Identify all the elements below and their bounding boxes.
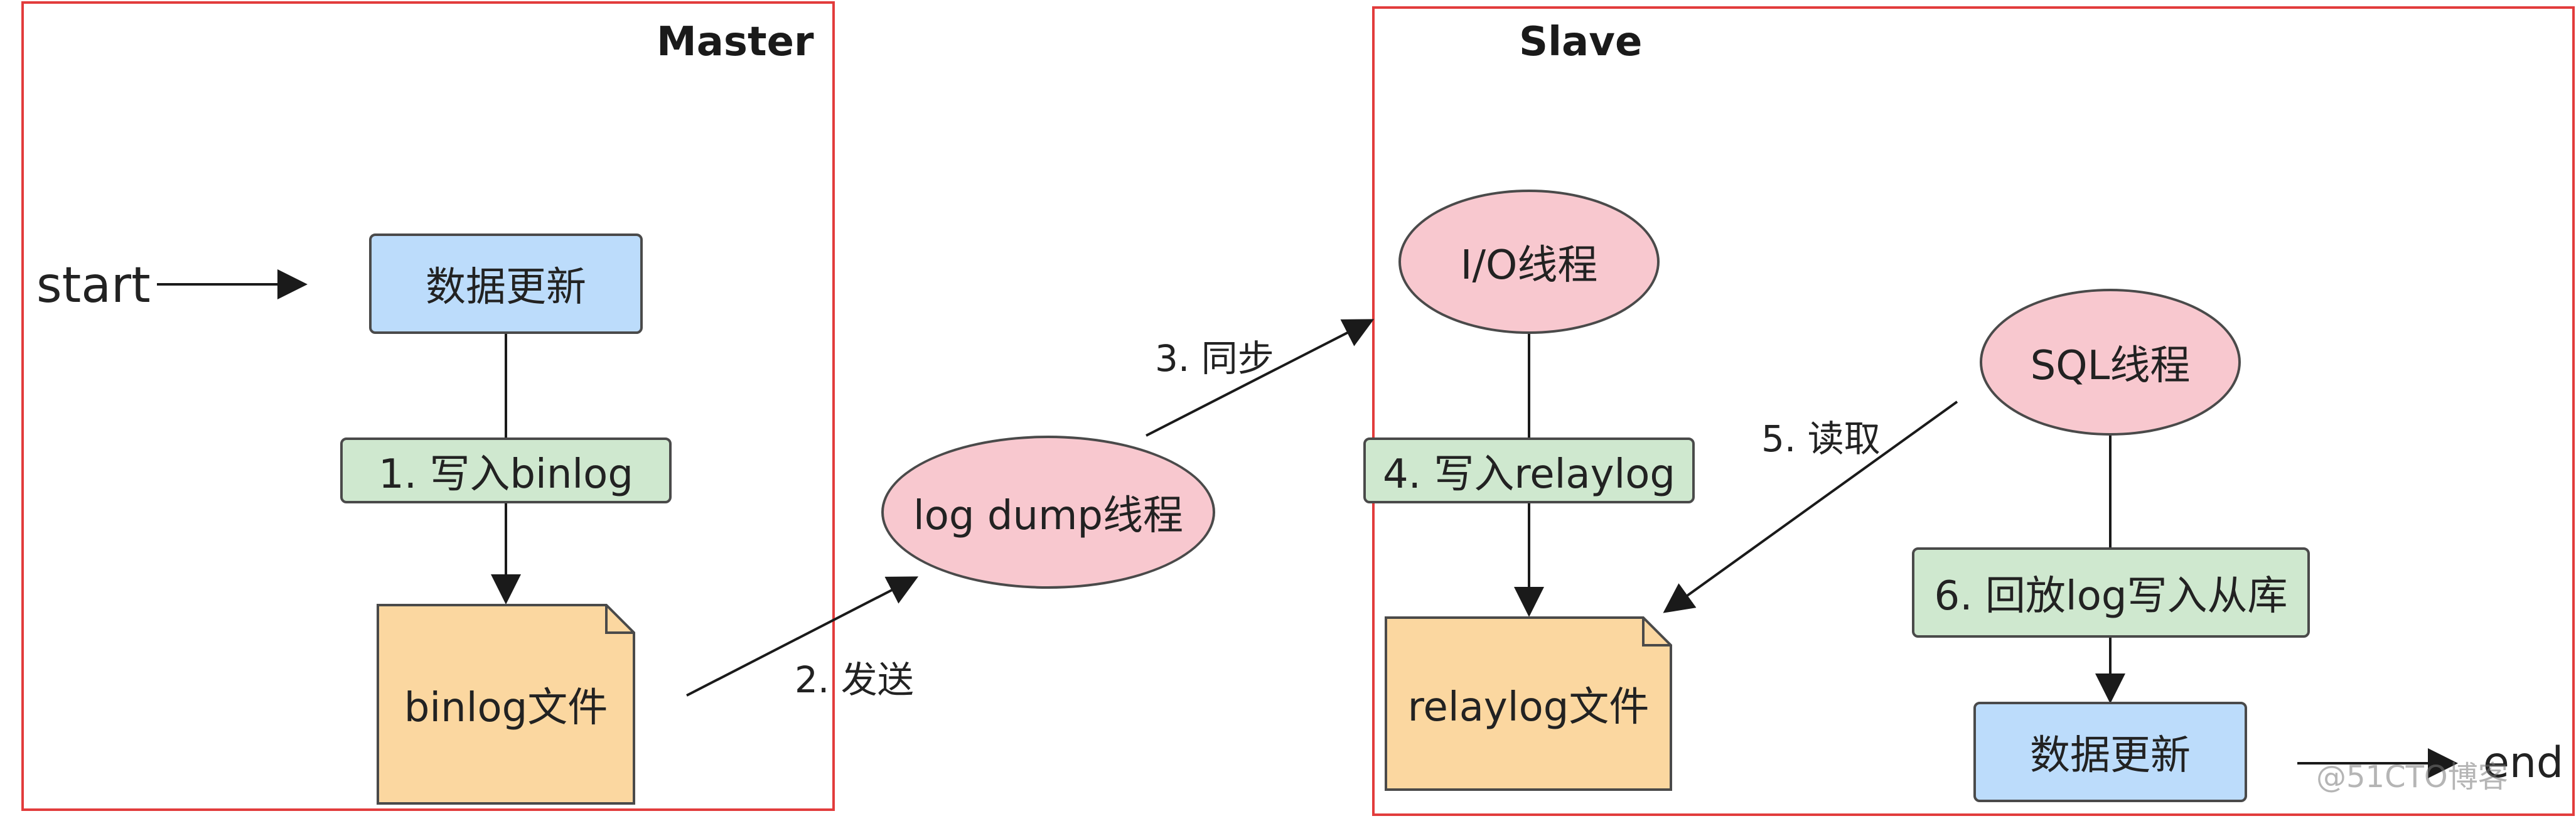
binlog-file-label: binlog文件 — [404, 685, 608, 731]
read-label: 5. 读取 — [1761, 417, 1881, 460]
sync-label: 3. 同步 — [1155, 337, 1274, 380]
watermark: @51CTO博客 — [2316, 759, 2508, 795]
sql-thread: SQL线程 — [1980, 289, 2241, 436]
io-thread: I/O线程 — [1398, 190, 1660, 334]
relaylog-file: relaylog文件 — [1386, 618, 1671, 790]
start-label: start — [36, 257, 151, 314]
slave-data-update-box: 数据更新 — [1973, 702, 2247, 802]
write-relaylog-box: 4. 写入relaylog — [1363, 437, 1695, 503]
replay-box: 6. 回放log写入从库 — [1912, 547, 2310, 638]
binlog-file: binlog文件 — [378, 605, 634, 803]
master-data-update-box: 数据更新 — [369, 233, 643, 334]
send-label: 2. 发送 — [795, 658, 914, 701]
log-dump-thread: log dump线程 — [881, 436, 1215, 589]
write-binlog-box: 1. 写入binlog — [340, 437, 672, 503]
relaylog-file-label: relaylog文件 — [1407, 684, 1650, 731]
